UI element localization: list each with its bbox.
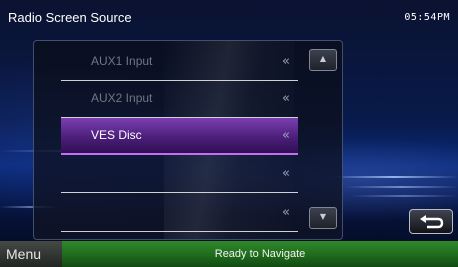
source-item-label: AUX1 Input <box>91 54 153 68</box>
double-chevron-left-icon: « <box>282 91 290 106</box>
source-item-aux2[interactable]: AUX2 Input « <box>61 81 298 118</box>
double-chevron-left-icon: « <box>282 54 290 69</box>
source-list-panel: AUX1 Input « AUX2 Input « VES Disc « « «… <box>33 40 343 240</box>
return-arrow-icon <box>420 215 444 229</box>
scroll-up-button[interactable]: ▲ <box>309 49 337 71</box>
source-item-empty[interactable]: « <box>61 156 298 193</box>
source-item-empty[interactable]: « <box>61 195 298 232</box>
menu-button-label: Menu <box>6 246 42 262</box>
back-button[interactable] <box>409 209 453 234</box>
source-item-label: VES Disc <box>91 128 142 142</box>
double-chevron-left-icon: « <box>282 166 290 181</box>
scroll-down-button[interactable]: ▼ <box>309 207 337 229</box>
bg-streak <box>345 186 458 188</box>
bg-streak <box>330 176 458 178</box>
screen-title: Radio Screen Source <box>8 10 132 25</box>
status-text: Ready to Navigate <box>214 248 306 260</box>
arrow-down-icon: ▼ <box>319 212 327 221</box>
radio-screen: Radio Screen Source 05:54PM AUX1 Input «… <box>0 0 458 267</box>
source-item-ves-disc[interactable]: VES Disc « <box>61 118 298 155</box>
header: Radio Screen Source 05:54PM <box>0 0 458 38</box>
source-item-label: AUX2 Input <box>91 91 153 105</box>
arrow-up-icon: ▲ <box>319 54 327 63</box>
row-divider <box>61 192 298 193</box>
row-divider <box>61 153 298 155</box>
status-bar: Menu Ready to Navigate <box>0 241 458 267</box>
double-chevron-left-icon: « <box>282 128 290 143</box>
clock: 05:54PM <box>404 12 450 23</box>
source-item-aux1[interactable]: AUX1 Input « <box>61 44 298 81</box>
row-divider <box>61 231 298 232</box>
bg-streak <box>350 195 458 197</box>
double-chevron-left-icon: « <box>282 205 290 220</box>
menu-button[interactable]: Menu <box>0 241 62 267</box>
